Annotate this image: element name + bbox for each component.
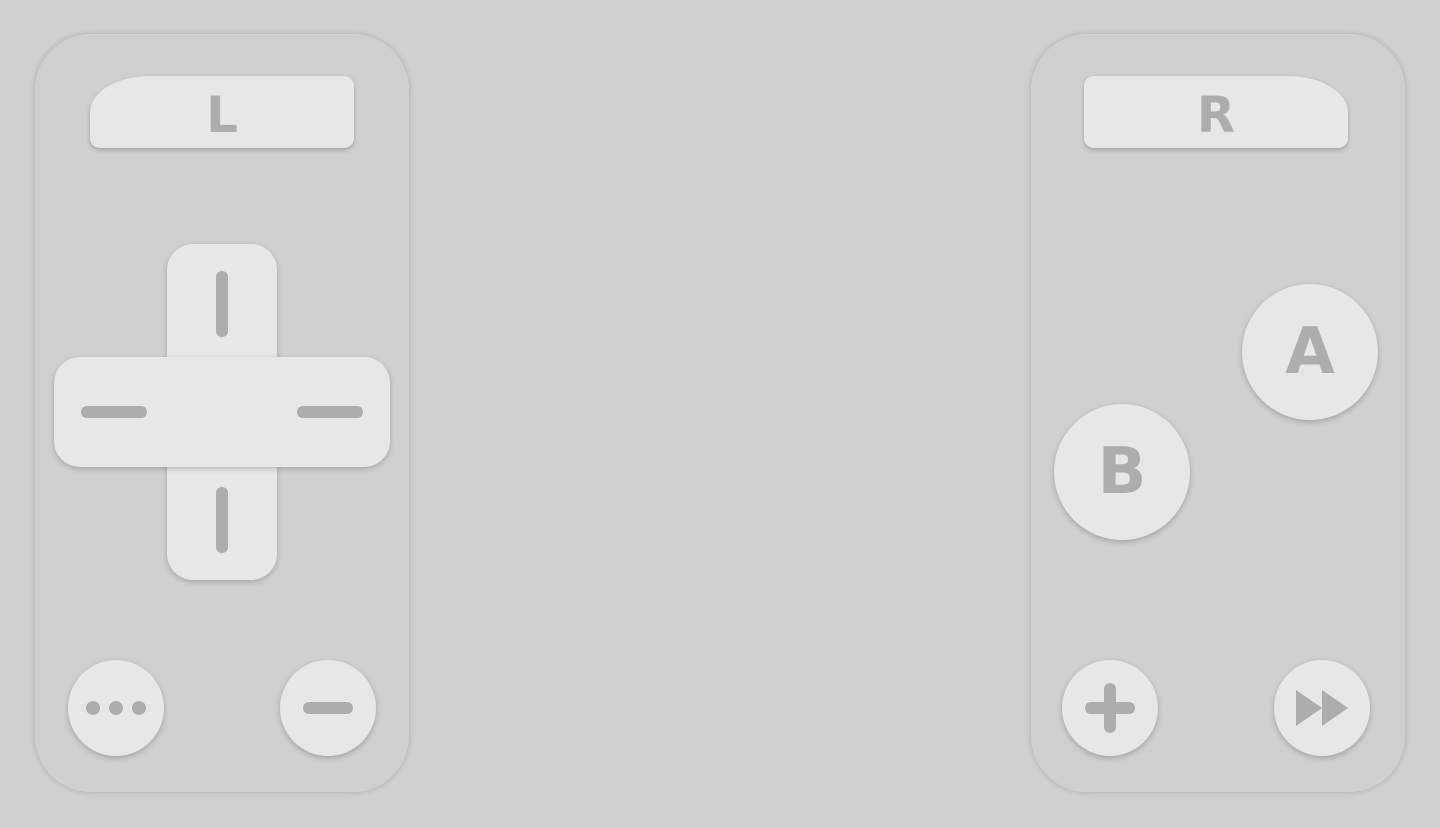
b-button[interactable]: B [1054,404,1190,540]
b-button-label: B [1097,435,1147,509]
dpad [54,244,390,580]
a-button-label: A [1285,315,1335,389]
dpad-up-button[interactable] [167,244,277,357]
dpad-left-button[interactable] [54,357,167,467]
dpad-left-mark [81,406,147,418]
dpad-right-mark [297,406,363,418]
fast-forward-button[interactable] [1274,660,1370,756]
l-shoulder-button[interactable]: L [90,76,354,148]
dpad-center [167,357,277,467]
l-shoulder-label: L [206,86,238,144]
minus-button[interactable] [280,660,376,756]
plus-button[interactable] [1062,660,1158,756]
r-shoulder-label: R [1196,86,1236,144]
dpad-right-button[interactable] [277,357,390,467]
minus-icon [303,702,353,714]
more-icon [86,701,146,715]
menu-button[interactable] [68,660,164,756]
fast-forward-icon [1296,690,1348,726]
plus-icon [1085,683,1135,733]
a-button[interactable]: A [1242,284,1378,420]
dpad-up-mark [216,271,228,337]
dpad-down-button[interactable] [167,467,277,580]
dpad-down-mark [216,487,228,553]
r-shoulder-button[interactable]: R [1084,76,1348,148]
